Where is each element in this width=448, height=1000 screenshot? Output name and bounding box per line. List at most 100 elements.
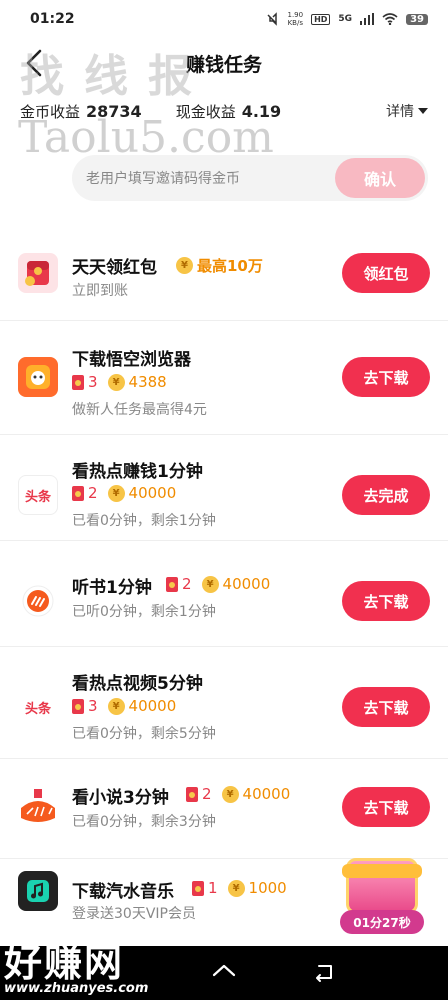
toutiao-app-icon: 头条	[18, 475, 58, 515]
task-item-wukong-browser: 下载悟空浏览器 3 ¥ 4388 做新人任务最高得4元 去下载	[0, 321, 448, 435]
coin-value: 40000	[222, 575, 271, 593]
redpacket-count: 3	[88, 697, 98, 715]
task-subtitle: 已听0分钟，剩余1分钟	[72, 604, 216, 620]
redpacket-icon	[166, 576, 178, 592]
novel-app-icon	[18, 787, 58, 827]
redpacket-count: 3	[88, 373, 98, 391]
coin-value: 40000	[128, 484, 177, 502]
task-rewards: 1 ¥ 1000	[192, 879, 287, 897]
toutiao-app-icon: 头条	[18, 687, 58, 727]
redpacket-icon	[72, 374, 84, 390]
task-rewards: 2 ¥ 40000	[166, 575, 270, 593]
task-item-audiobook: 听书1分钟 2 ¥ 40000 已听0分钟，剩余1分钟 去下载	[0, 541, 448, 647]
invite-code-input[interactable]: 老用户填写邀请码得金币	[72, 168, 335, 188]
network-type: 5G	[338, 14, 353, 24]
details-dropdown[interactable]: 详情	[386, 101, 428, 121]
complete-button[interactable]: 去完成	[342, 475, 430, 515]
home-icon[interactable]	[211, 960, 237, 986]
task-title: 下载汽水音乐	[72, 882, 174, 902]
header: 赚钱任务	[0, 40, 448, 86]
coin-earnings-value: 28734	[86, 101, 142, 121]
qishui-music-app-icon	[18, 871, 58, 911]
download-button[interactable]: 去下载	[342, 787, 430, 827]
coin-icon: ¥	[201, 575, 219, 593]
coin-icon: ¥	[107, 373, 125, 391]
coin-value: 4388	[128, 373, 167, 391]
task-subtitle: 已看0分钟，剩余5分钟	[72, 726, 216, 742]
invite-code-bar: 老用户填写邀请码得金币 确认	[72, 155, 428, 201]
earnings-summary: 金币收益 28734 现金收益 4.19 详情	[20, 98, 428, 124]
caret-down-icon	[418, 108, 428, 114]
task-rewards: 3 ¥ 4388	[72, 373, 167, 391]
network-speed: 1.90 KB/s	[287, 11, 303, 27]
watermark-bottom-cn: 好赚网	[4, 941, 125, 985]
redpacket-count: 2	[182, 575, 192, 593]
download-button[interactable]: 去下载	[342, 357, 430, 397]
task-subtitle: 登录送30天VIP会员	[72, 906, 196, 922]
toutiao-icon-text: 头条	[24, 489, 51, 505]
status-time: 01:22	[30, 11, 75, 27]
task-subtitle: 立即到账	[72, 283, 128, 299]
task-title: 听书1分钟	[72, 578, 152, 598]
page-title: 赚钱任务	[185, 54, 262, 76]
cash-earnings-label: 现金收益	[175, 102, 236, 121]
cash-earnings-value: 4.19	[241, 101, 282, 121]
coin-icon: ¥	[221, 785, 239, 803]
task-title: 天天领红包	[72, 258, 157, 278]
toutiao-icon-text: 头条	[24, 701, 51, 717]
network-speed-unit: KB/s	[287, 19, 303, 27]
system-nav-bar: 好赚网 www.zhuanyes.com	[0, 943, 448, 1000]
download-button[interactable]: 去下载	[342, 687, 430, 727]
coin-value: 40000	[242, 785, 291, 803]
hd-badge: HD	[311, 13, 331, 25]
task-list: 天天领红包 ¥ 最高10万 立即到账 领红包 下载悟空浏览器 3 ¥ 4388 …	[0, 215, 448, 949]
download-button[interactable]: 去下载	[342, 581, 430, 621]
back-nav-icon[interactable]	[311, 960, 337, 986]
redpacket-icon	[186, 786, 198, 802]
treasure-chest-widget[interactable]: 01分27秒	[340, 858, 424, 938]
confirm-button[interactable]: 确认	[335, 158, 425, 198]
redpacket-count: 2	[88, 484, 98, 502]
signal-icon	[360, 13, 375, 25]
treasure-chest-lid	[342, 864, 422, 878]
redpacket-icon	[72, 698, 84, 714]
coin-icon: ¥	[176, 257, 193, 274]
redpacket-icon	[192, 880, 204, 896]
task-rewards: 3 ¥ 40000	[72, 697, 176, 715]
coin-earnings-label: 金币收益	[20, 102, 81, 121]
status-bar: 01:22 1.90 KB/s HD 5G 39	[0, 0, 448, 38]
redpacket-app-icon	[18, 253, 58, 293]
coin-value: 40000	[128, 697, 177, 715]
task-rewards: ¥ 最高10万	[176, 255, 263, 276]
reward-text: 最高10万	[197, 257, 263, 275]
redpacket-icon	[72, 485, 84, 501]
claim-redpacket-button[interactable]: 领红包	[342, 253, 430, 293]
redpacket-count: 1	[208, 879, 218, 897]
task-title: 下载悟空浏览器	[72, 350, 191, 370]
wifi-icon	[382, 13, 398, 25]
task-title: 看小说3分钟	[72, 788, 169, 808]
coin-value: 1000	[248, 879, 287, 897]
task-item-hot-video: 头条 看热点视频5分钟 3 ¥ 40000 已看0分钟，剩余5分钟 去下载	[0, 647, 448, 759]
task-item-daily-redpacket: 天天领红包 ¥ 最高10万 立即到账 领红包	[0, 215, 448, 321]
mute-icon	[267, 12, 278, 26]
coin-icon: ¥	[107, 484, 125, 502]
watermark-bottom-en: www.zhuanyes.com	[4, 981, 149, 996]
task-item-novel: 看小说3分钟 2 ¥ 40000 已看0分钟，剩余3分钟 去下载	[0, 759, 448, 859]
chest-countdown: 01分27秒	[340, 910, 424, 934]
watermark-bottom: 好赚网 www.zhuanyes.com	[4, 943, 148, 996]
task-subtitle: 已看0分钟，剩余3分钟	[72, 814, 216, 830]
details-label: 详情	[386, 104, 414, 120]
task-item-hot-news: 头条 看热点赚钱1分钟 2 ¥ 40000 已看0分钟，剩余1分钟 去完成	[0, 435, 448, 541]
coin-icon: ¥	[227, 879, 245, 897]
task-subtitle: 做新人任务最高得4元	[72, 402, 207, 418]
task-title: 看热点赚钱1分钟	[72, 462, 203, 482]
task-subtitle: 已看0分钟，剩余1分钟	[72, 513, 216, 529]
network-speed-value: 1.90	[287, 11, 304, 19]
battery-level: 39	[406, 13, 428, 25]
redpacket-count: 2	[202, 785, 212, 803]
coin-icon: ¥	[107, 697, 125, 715]
task-title: 看热点视频5分钟	[72, 674, 203, 694]
status-icons: 1.90 KB/s HD 5G 39	[265, 11, 428, 27]
task-rewards: 2 ¥ 40000	[186, 785, 290, 803]
